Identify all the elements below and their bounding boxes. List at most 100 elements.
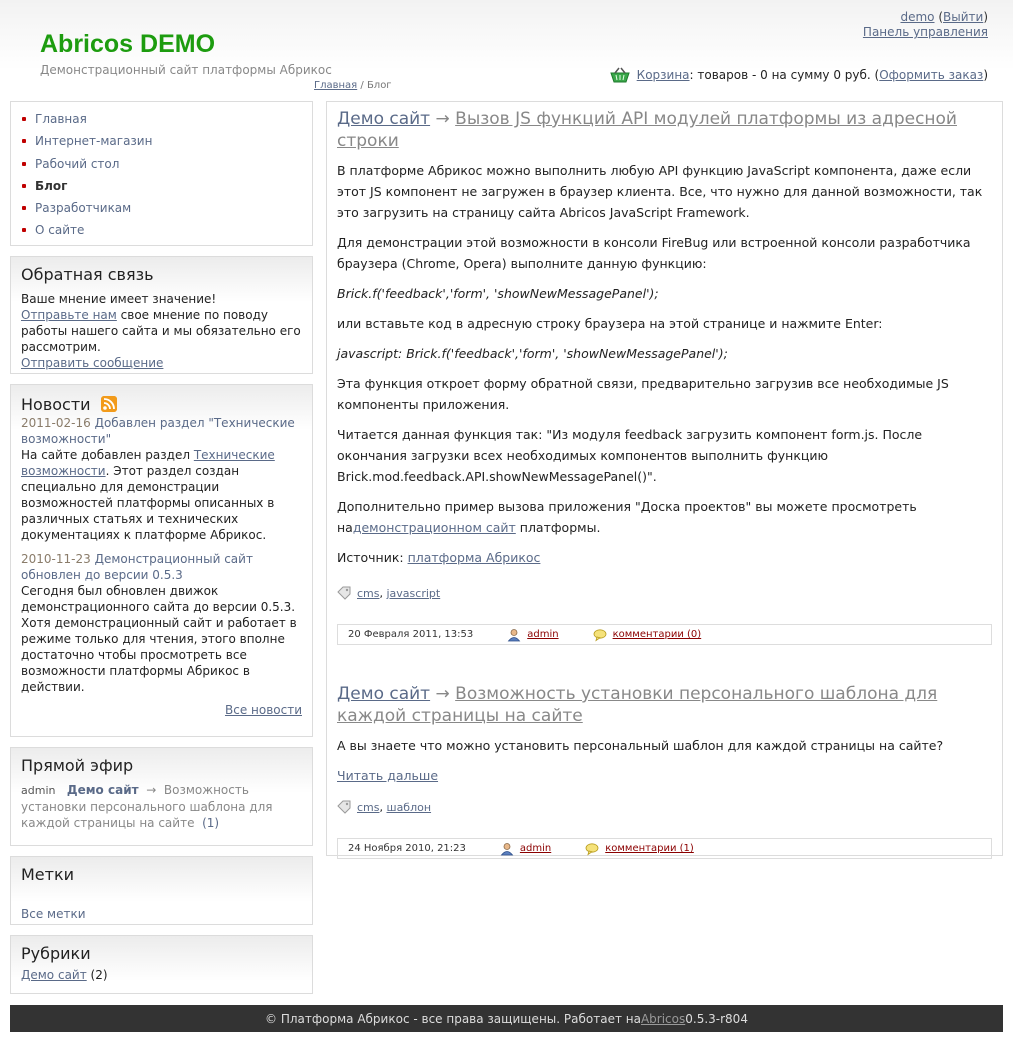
menu-item-home[interactable]: Главная [21,108,312,130]
feedback-send-us-link[interactable]: Отправьте нам [21,308,117,322]
user-icon [500,842,514,855]
post-author-link[interactable]: admin [527,629,558,640]
site-header: Abricos DEMO Демонстрационный сайт платф… [0,0,1013,100]
post-body: А вы знаете что можно установить персона… [337,735,992,786]
site-title[interactable]: Abricos DEMO [40,30,215,59]
menu-item-blog[interactable]: Блог [21,175,312,197]
news-block: Новости 2011-02-16 Добавлен раздел "Техн… [10,384,313,737]
send-message-link[interactable]: Отправить сообщение [21,356,163,370]
cart-link[interactable]: Корзина [637,68,690,82]
user-name-link[interactable]: demo [900,10,934,24]
menu-item-shop[interactable]: Интернет-магазин [21,130,312,152]
feedback-intro: Ваше мнение имеет значение! [21,292,217,306]
menu-item-label[interactable]: Главная [35,112,87,126]
cart-summary: Корзина: товаров - 0 на сумму 0 руб. (Оф… [609,66,988,84]
menu-item-label[interactable]: О сайте [35,223,84,237]
tag-icon [337,586,351,600]
live-author[interactable]: admin [21,784,55,797]
news-item: 2011-02-16 Добавлен раздел "Технические … [11,415,312,543]
cart-status: : товаров - 0 на сумму 0 руб. ( [689,68,880,82]
live-site-link[interactable]: Демо сайт [67,783,139,797]
breadcrumb: Главная / Блог [314,80,392,91]
menu-item-about[interactable]: О сайте [21,219,312,241]
post-author-link[interactable]: admin [520,843,551,854]
post-category-link[interactable]: Демо сайт [337,684,430,704]
news-date: 2011-02-16 [21,416,91,430]
main-menu: Главная Интернет-магазин Рабочий стол Бл… [10,101,313,246]
news-body: На сайте добавлен раздел [21,448,194,462]
post-body: В платформе Абрикос можно выполнить любу… [337,160,992,568]
all-tags-link[interactable]: Все метки [21,907,86,921]
post-comments-link[interactable]: комментарии (1) [605,843,694,854]
post-paragraph: В платформе Абрикос можно выполнить любу… [337,163,983,220]
post-comments-link[interactable]: комментарии (0) [613,629,702,640]
tags-title: Метки [21,865,75,884]
tag-link[interactable]: javascript [387,587,441,600]
comment-icon [585,842,599,855]
footer-abricos-link[interactable]: Abricos [641,1012,685,1026]
post-meta: 24 Ноября 2010, 21:23 admin комментарии … [337,838,992,859]
menu-item-label[interactable]: Блог [35,179,67,193]
rubrics-title: Рубрики [21,944,91,963]
news-title: Новости [21,394,91,414]
all-news-link[interactable]: Все новости [225,703,302,717]
post-paragraph: Читается данная функция так: "Из модуля … [337,427,923,484]
live-comment-count: (1) [202,816,220,830]
post-code: Brick.f('feedback','form', 'showNewMessa… [337,286,659,301]
post-category-link[interactable]: Демо сайт [337,109,430,129]
rss-icon[interactable] [100,396,117,412]
checkout-link[interactable]: Оформить заказ [879,68,983,82]
user-links: demo (Выйти) Панель управления [862,10,988,39]
comment-icon [593,628,606,641]
breadcrumb-current: Блог [366,80,392,91]
breadcrumb-separator: / [357,80,367,91]
news-header: Новости [11,385,312,415]
menu-item-developers[interactable]: Разработчикам [21,197,312,219]
post-text: платформы. [515,520,601,535]
user-icon [507,628,521,641]
menu-item-label[interactable]: Разработчикам [35,201,131,215]
footer-copyright: © Платформа Абрикос - все права защищены… [265,1011,641,1026]
tag-link[interactable]: cms [357,587,380,600]
post-title: Демо сайт → Возможность установки персон… [337,683,992,727]
tag-icon [337,800,351,814]
news-body: Сегодня был обновлен движок демонстрацио… [21,584,297,694]
tags-block: Метки Все метки [10,856,313,925]
blog-post: Демо сайт → Возможность установки персон… [337,683,992,859]
tag-link[interactable]: cms [357,801,380,814]
menu-item-label[interactable]: Интернет-магазин [35,134,152,148]
breadcrumb-home-link[interactable]: Главная [314,80,357,91]
tag-link[interactable]: шаблон [387,801,432,814]
feedback-title: Обратная связь [21,265,154,284]
post-meta: 20 Февраля 2011, 13:53 admin комментарии… [337,624,992,645]
post-paragraph: Дополнительно пример вызова приложения "… [337,496,992,538]
arrow-icon: → [430,109,456,129]
news-item: 2010-11-23 Демонстрационный сайт обновле… [11,551,312,695]
post-code: javascript: Brick.f('feedback','form', '… [337,346,728,361]
post-paragraph: Для демонстрации этой возможности в конс… [337,235,971,271]
post-date: 24 Ноября 2010, 21:23 [348,843,466,854]
basket-icon[interactable] [609,66,631,84]
source-label: Источник: [337,550,408,565]
blog-content: Демо сайт → Вызов JS функций API модулей… [326,101,1003,859]
post-date: 20 Февраля 2011, 13:53 [348,629,474,640]
site-footer: © Платформа Абрикос - все права защищены… [10,1005,1003,1032]
feedback-block: Обратная связь Ваше мнение имеет значени… [10,256,313,374]
post-paragraph: или вставьте код в адресную строку брауз… [337,316,883,331]
post-title: Демо сайт → Вызов JS функций API модулей… [337,108,992,152]
rubric-link[interactable]: Демо сайт [21,968,87,982]
read-more-link[interactable]: Читать дальше [337,768,438,783]
control-panel-link[interactable]: Панель управления [863,25,988,39]
demo-site-link[interactable]: демонстрационном сайт [353,520,516,535]
rubric-count: (2) [86,968,108,982]
news-date: 2010-11-23 [21,552,91,566]
menu-item-desktop[interactable]: Рабочий стол [21,153,312,175]
site-subtitle: Демонстрационный сайт платформы Абрикос [40,63,332,77]
post-tags: cms, шаблон [337,800,992,814]
live-title: Прямой эфир [21,756,134,775]
rubrics-block: Рубрики Демо сайт (2) [10,935,313,994]
source-link[interactable]: платформа Абрикос [408,550,541,565]
logout-link[interactable]: Выйти [943,10,983,24]
cart-close-paren: ) [983,68,988,82]
menu-item-label[interactable]: Рабочий стол [35,157,119,171]
